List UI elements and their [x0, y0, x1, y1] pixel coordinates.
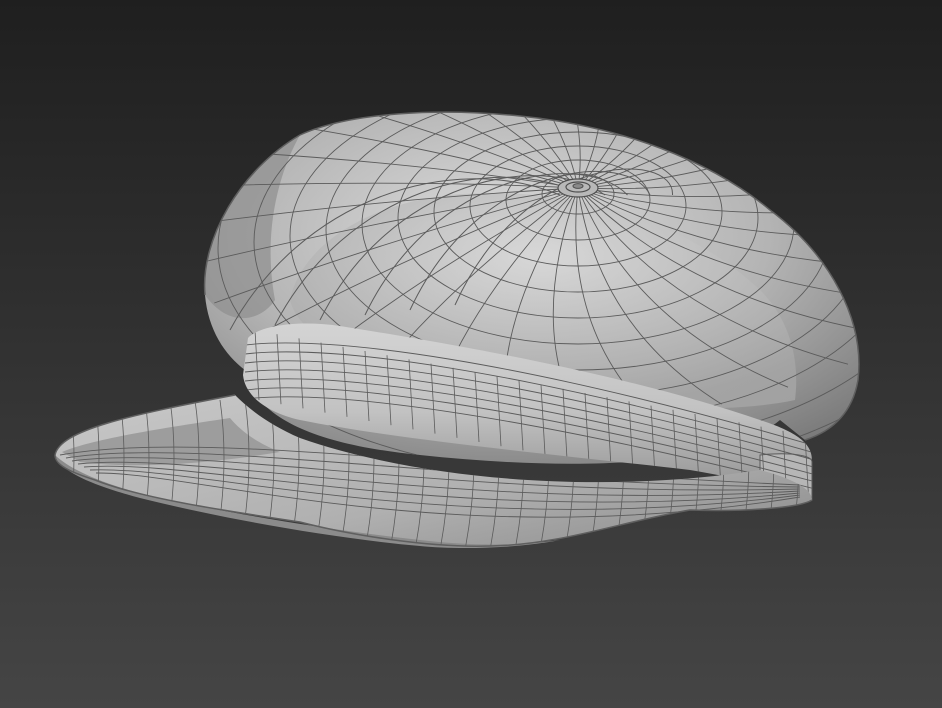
crown-button[interactable] [557, 178, 599, 198]
crown-button-center [572, 183, 584, 189]
3d-viewport[interactable] [0, 0, 942, 708]
model-render[interactable] [0, 0, 942, 708]
